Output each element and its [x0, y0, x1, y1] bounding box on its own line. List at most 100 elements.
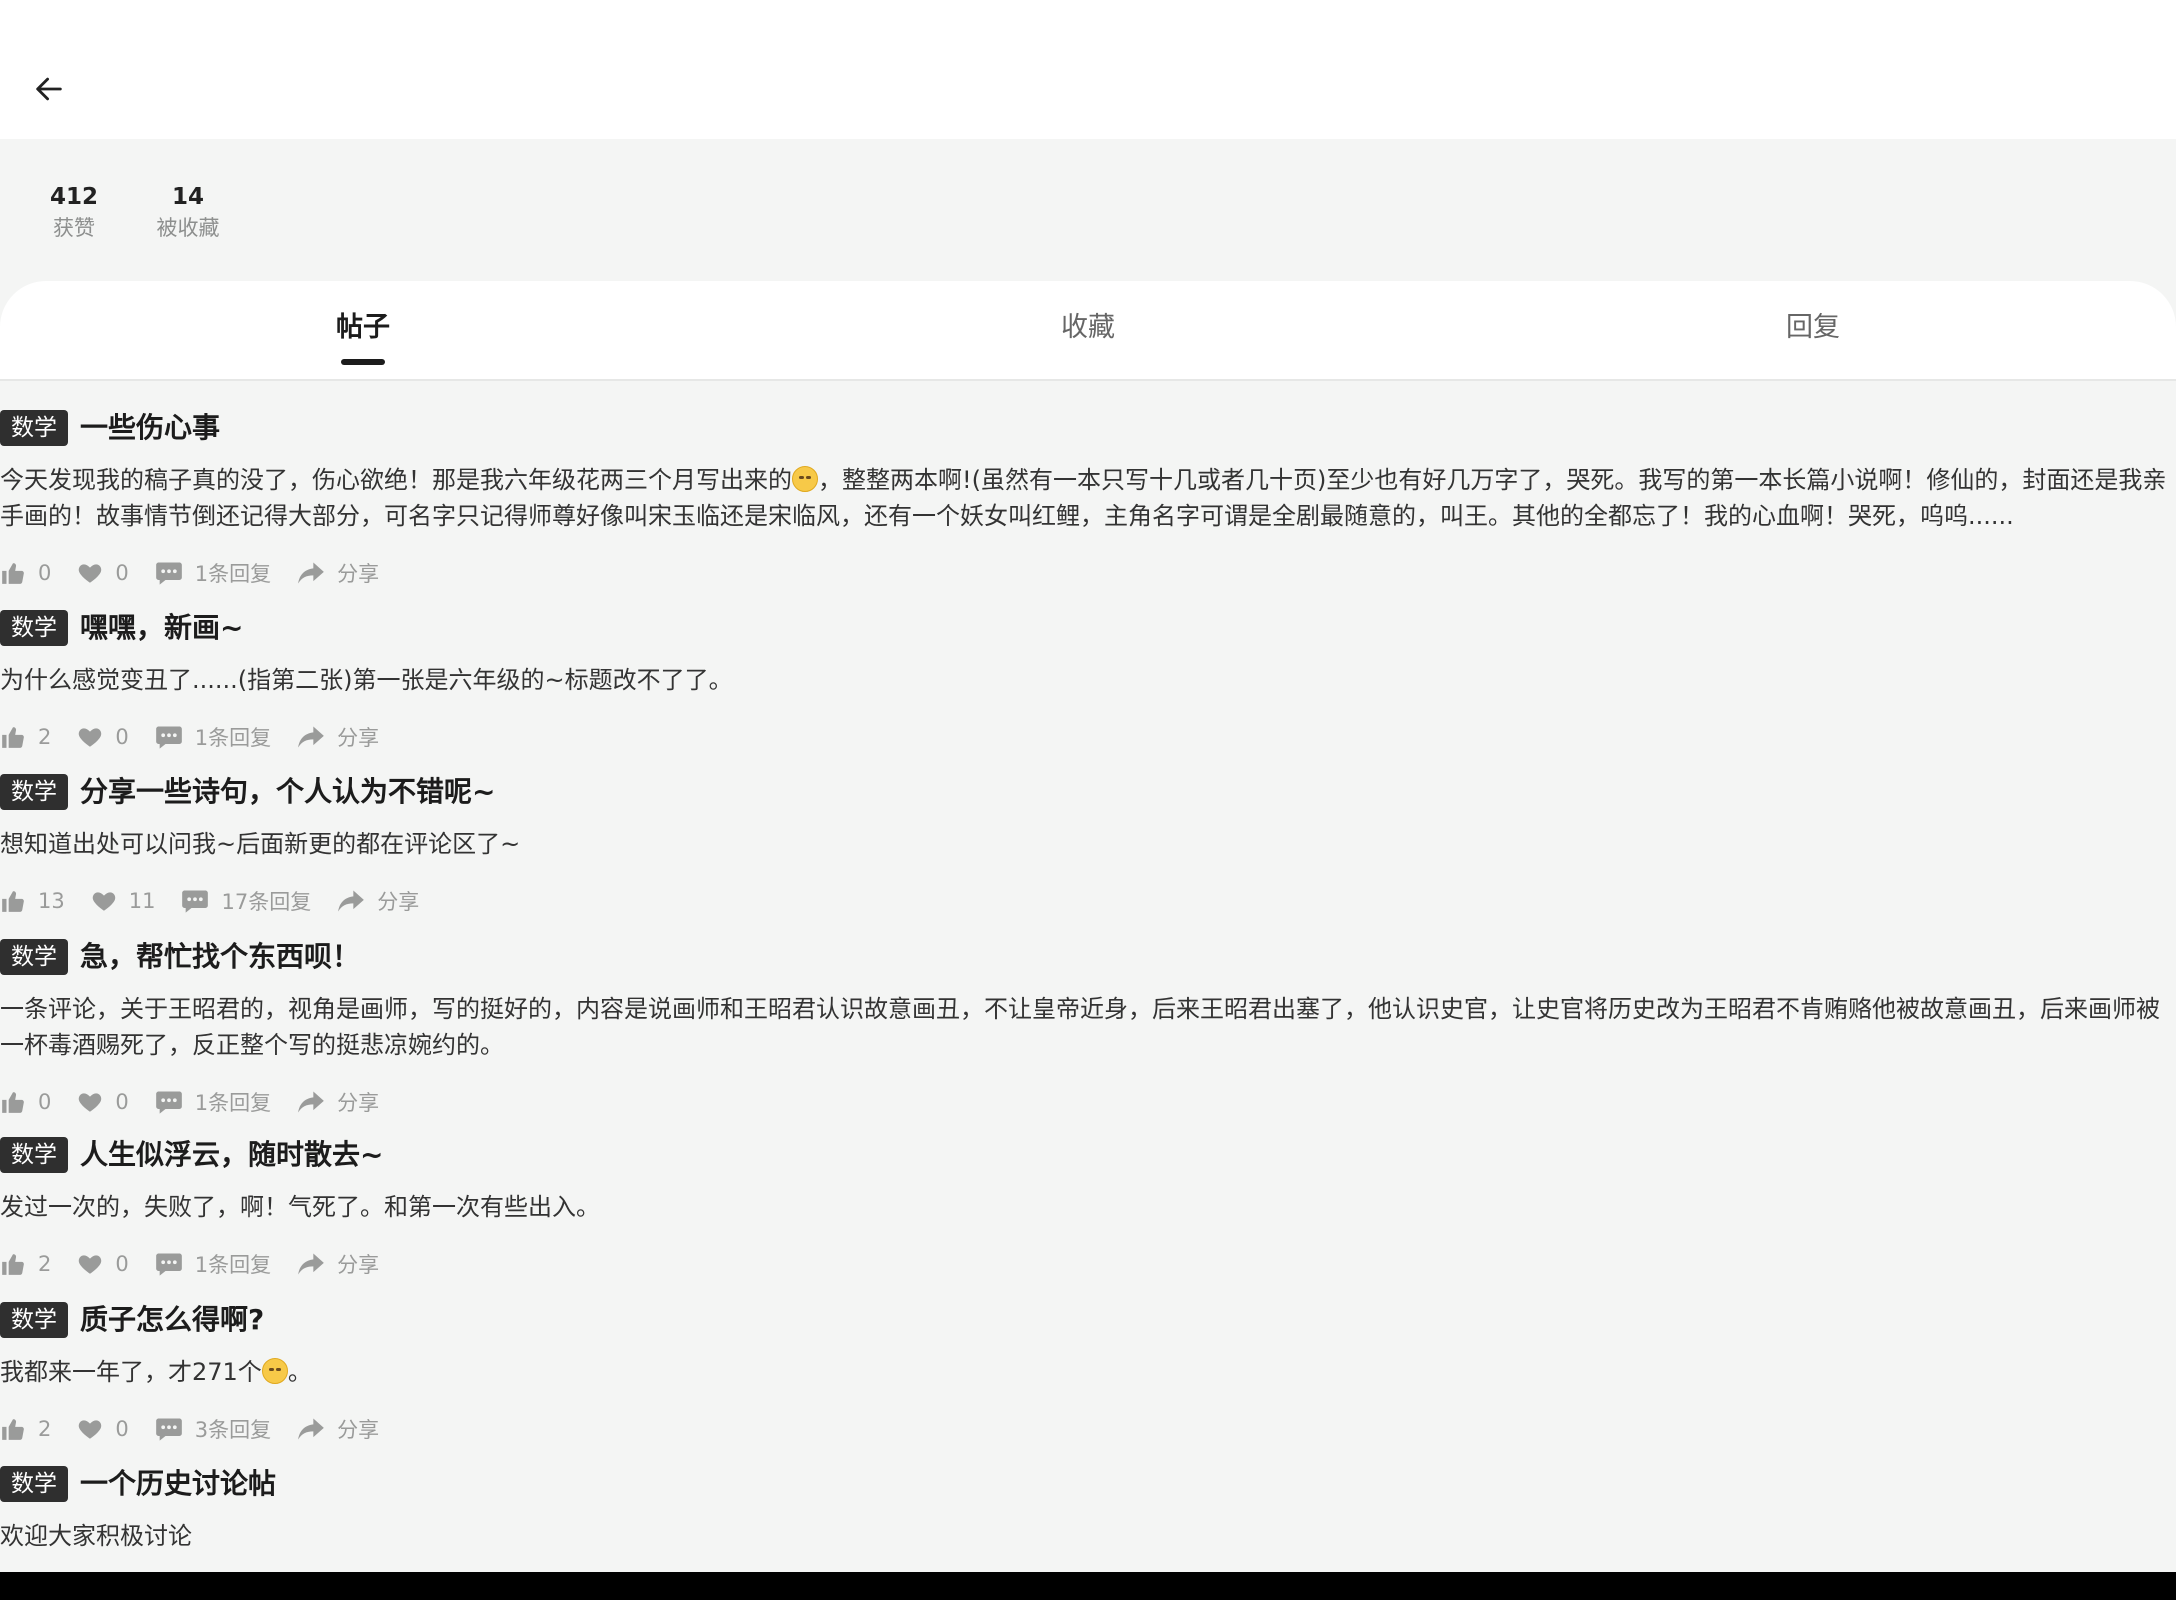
like-count: 0 [38, 561, 52, 585]
reply-button[interactable]: 1条回复 [155, 1087, 271, 1117]
top-bar [0, 0, 2176, 139]
share-icon [298, 726, 324, 748]
back-button[interactable] [26, 66, 72, 112]
thumbs-up-icon [2, 1254, 24, 1275]
post-body: 一条评论，关于王昭君的，视角是画师，写的挺好的，内容是说画师和王昭君认识故意画丑… [0, 991, 2170, 1063]
post-item[interactable]: 数学 一些伤心事 今天发现我的稿子真的没了，伤心欲绝！那是我六年级花两三个月写出… [0, 408, 2176, 590]
post-body: 想知道出处可以问我~后面新更的都在评论区了~ [0, 826, 2170, 862]
like-button[interactable]: 0 [0, 1089, 51, 1115]
thumbs-up-icon [2, 891, 24, 912]
thumbs-up-icon [2, 563, 24, 584]
post-header: 数学 一些伤心事 [0, 408, 2176, 448]
share-icon [298, 1091, 324, 1113]
favorite-count: 0 [115, 561, 129, 585]
reply-button[interactable]: 3条回复 [155, 1414, 271, 1444]
post-category-tag[interactable]: 数学 [0, 1466, 68, 1502]
post-title[interactable]: 分享一些诗句，个人认为不错呢~ [80, 772, 495, 812]
favorite-button[interactable]: 11 [91, 888, 155, 914]
like-button[interactable]: 0 [0, 560, 51, 586]
favorite-button[interactable]: 0 [77, 1251, 129, 1277]
crying-face-icon [261, 1358, 288, 1384]
share-button[interactable]: 分享 [297, 1087, 379, 1117]
post-body-text: 发过一次的，失败了，啊！气死了。和第一次有些出入。 [0, 1193, 600, 1221]
share-button[interactable]: 分享 [337, 886, 419, 916]
tab-posts[interactable]: 帖子 [233, 303, 493, 353]
like-button[interactable]: 2 [0, 724, 51, 750]
favorite-button[interactable]: 0 [77, 1089, 129, 1115]
heart-icon [79, 1420, 102, 1439]
share-button[interactable]: 分享 [297, 1414, 379, 1444]
favorite-button[interactable]: 0 [77, 560, 129, 586]
like-count: 2 [38, 725, 52, 749]
comment-icon [155, 562, 182, 585]
post-actions: 0 0 1条回复 分享 [0, 556, 2176, 590]
tab-replies[interactable]: 回复 [1683, 303, 1943, 353]
favorite-count: 0 [115, 1417, 129, 1441]
share-button[interactable]: 分享 [297, 722, 379, 752]
post-body-text: 为什么感觉变丑了......(指第二张)第一张是六年级的~标题改不了了。 [0, 666, 733, 694]
post-item[interactable]: 数学 质子怎么得啊? 我都来一年了，才271个。 2 0 3条回复 分享 [0, 1300, 2176, 1446]
like-count: 2 [38, 1417, 52, 1441]
favorited-stat[interactable]: 14 被收藏 [148, 183, 228, 242]
post-item[interactable]: 数学 人生似浮云，随时散去~ 发过一次的，失败了，啊！气死了。和第一次有些出入。… [0, 1135, 2176, 1281]
post-title[interactable]: 嘿嘿，新画~ [80, 608, 243, 648]
post-actions: 2 0 3条回复 分享 [0, 1412, 2176, 1446]
like-button[interactable]: 2 [0, 1416, 51, 1442]
post-item[interactable]: 数学 急，帮忙找个东西呗！ 一条评论，关于王昭君的，视角是画师，写的挺好的，内容… [0, 937, 2176, 1119]
favorite-count: 0 [115, 1252, 129, 1276]
reply-button[interactable]: 17条回复 [181, 886, 311, 916]
post-category-tag[interactable]: 数学 [0, 1137, 68, 1173]
reply-count: 17条回复 [221, 890, 312, 914]
post-item[interactable]: 数学 嘿嘿，新画~ 为什么感觉变丑了......(指第二张)第一张是六年级的~标… [0, 608, 2176, 754]
favorite-button[interactable]: 0 [77, 1416, 129, 1442]
post-title[interactable]: 一个历史讨论帖 [80, 1464, 276, 1504]
post-actions: 2 0 1条回复 分享 [0, 720, 2176, 754]
post-body: 为什么感觉变丑了......(指第二张)第一张是六年级的~标题改不了了。 [0, 662, 2170, 698]
share-label: 分享 [337, 1253, 380, 1277]
post-category-tag[interactable]: 数学 [0, 774, 68, 810]
post-item[interactable]: 数学 分享一些诗句，个人认为不错呢~ 想知道出处可以问我~后面新更的都在评论区了… [0, 772, 2176, 918]
post-body-text: 欢迎大家积极讨论 [0, 1522, 192, 1550]
heart-icon [79, 728, 102, 747]
share-button[interactable]: 分享 [297, 558, 379, 588]
post-body: 发过一次的，失败了，啊！气死了。和第一次有些出入。 [0, 1189, 2170, 1225]
likes-count: 412 [49, 184, 98, 210]
tab-favorites[interactable]: 收藏 [958, 303, 1218, 353]
reply-button[interactable]: 1条回复 [155, 1249, 271, 1279]
like-button[interactable]: 2 [0, 1251, 51, 1277]
post-title[interactable]: 一些伤心事 [80, 408, 220, 448]
post-body-text: 一条评论，关于王昭君的，视角是画师，写的挺好的，内容是说画师和王昭君认识故意画丑… [0, 995, 2160, 1059]
comment-icon [155, 1091, 182, 1114]
post-category-tag[interactable]: 数学 [0, 410, 68, 446]
like-count: 13 [38, 889, 65, 913]
reply-count: 1条回复 [194, 562, 272, 586]
reply-button[interactable]: 1条回复 [155, 722, 271, 752]
post-header: 数学 分享一些诗句，个人认为不错呢~ [0, 772, 2176, 812]
heart-icon [79, 1093, 102, 1112]
post-title[interactable]: 急，帮忙找个东西呗！ [80, 937, 360, 977]
post-category-tag[interactable]: 数学 [0, 939, 68, 975]
post-category-tag[interactable]: 数学 [0, 1302, 68, 1338]
comment-icon [155, 1418, 182, 1441]
favorite-count: 0 [115, 725, 129, 749]
likes-label: 获赞 [53, 216, 95, 240]
heart-icon [92, 892, 115, 911]
like-count: 0 [38, 1090, 52, 1114]
post-title[interactable]: 人生似浮云，随时散去~ [80, 1135, 383, 1175]
share-label: 分享 [337, 726, 380, 750]
favorite-button[interactable]: 0 [77, 724, 129, 750]
share-icon [298, 1253, 324, 1275]
post-header: 数学 嘿嘿，新画~ [0, 608, 2176, 648]
post-body: 我都来一年了，才271个。 [0, 1354, 2170, 1390]
post-header: 数学 一个历史讨论帖 [0, 1464, 2176, 1504]
favorited-count: 14 [171, 184, 204, 210]
likes-stat[interactable]: 412 获赞 [40, 183, 108, 242]
heart-icon [79, 1255, 102, 1274]
like-button[interactable]: 13 [0, 888, 65, 914]
post-category-tag[interactable]: 数学 [0, 610, 68, 646]
post-body-text: 今天发现我的稿子真的没了，伤心欲绝！那是我六年级花两三个月写出来的 [0, 466, 792, 494]
reply-button[interactable]: 1条回复 [155, 558, 271, 588]
share-button[interactable]: 分享 [297, 1249, 379, 1279]
post-title[interactable]: 质子怎么得啊? [80, 1300, 264, 1340]
post-item[interactable]: 数学 一个历史讨论帖 欢迎大家积极讨论 [0, 1464, 2176, 1554]
